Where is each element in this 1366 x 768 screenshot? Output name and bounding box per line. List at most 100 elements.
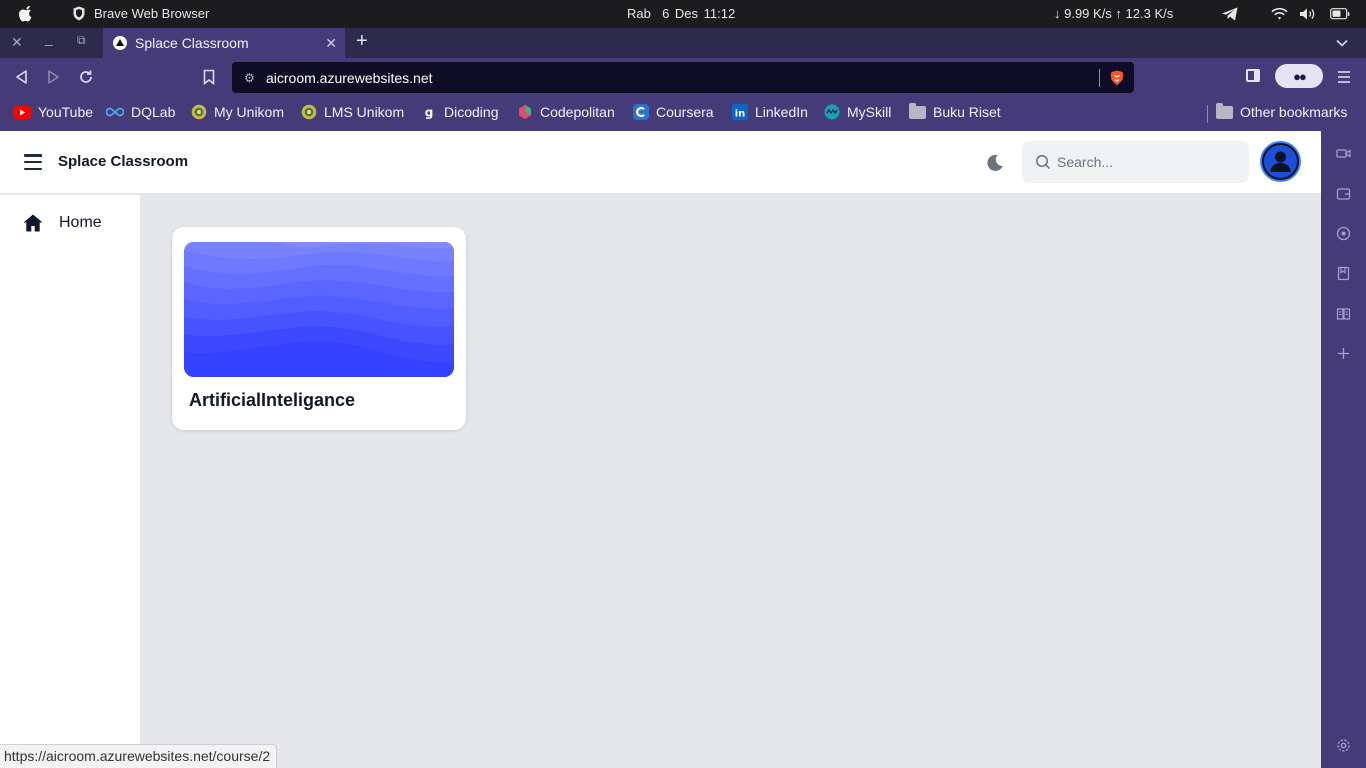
leo-ai-icon[interactable] bbox=[1336, 226, 1351, 241]
course-card[interactable]: ArtificialInteligance bbox=[172, 227, 466, 430]
battery-icon[interactable] bbox=[1330, 8, 1350, 20]
brave-shields-icon[interactable] bbox=[1110, 70, 1124, 86]
course-banner-image bbox=[184, 242, 454, 377]
reload-icon[interactable] bbox=[78, 69, 94, 85]
tab-favicon-icon bbox=[113, 36, 127, 50]
web-page: Splace Classroom Home bbox=[0, 131, 1321, 768]
address-bar-divider bbox=[1099, 68, 1100, 87]
bookmark-label: Buku Riset bbox=[933, 104, 1001, 120]
address-bar-url: aicroom.azurewebsites.net bbox=[266, 69, 433, 86]
tab-search-chevron-icon[interactable] bbox=[1335, 38, 1349, 48]
sidebar-item-label: Home bbox=[59, 214, 102, 231]
bookmark-my-unikom[interactable]: My Unikom bbox=[191, 104, 284, 120]
svg-text:g: g bbox=[425, 106, 434, 120]
add-panel-plus-icon[interactable] bbox=[1336, 346, 1351, 361]
linkedin-icon: in bbox=[732, 104, 748, 120]
tab-title: Splace Classroom bbox=[135, 35, 249, 51]
bookmark-codepolitan[interactable]: Codepolitan bbox=[517, 104, 615, 120]
apple-logo-icon[interactable] bbox=[18, 5, 34, 23]
bookmark-coursera[interactable]: Coursera bbox=[633, 104, 714, 120]
window-restore-icon[interactable]: ⧉ bbox=[77, 33, 86, 48]
svg-text:in: in bbox=[735, 108, 746, 119]
search-icon bbox=[1036, 155, 1051, 170]
bookmarks-bar: YouTube DQLab My Unikom LMS Unikom g Dic… bbox=[0, 96, 1366, 131]
new-tab-plus-icon[interactable]: + bbox=[356, 30, 368, 53]
user-avatar[interactable] bbox=[1260, 141, 1301, 182]
reading-list-icon[interactable] bbox=[1336, 306, 1351, 321]
brand-title[interactable]: Splace Classroom bbox=[58, 153, 188, 170]
date-text: Rab 6 Des bbox=[627, 6, 699, 21]
window-close-icon[interactable]: ✕ bbox=[11, 34, 23, 51]
menu-bar-clock[interactable]: Rab 6 Des 11:12 bbox=[627, 6, 735, 21]
bookmark-label: YouTube bbox=[38, 104, 94, 120]
search-box[interactable] bbox=[1022, 141, 1249, 183]
bookmark-buku-riset[interactable]: Buku Riset bbox=[909, 102, 1001, 120]
brave-app-icon bbox=[73, 6, 85, 21]
unikom-icon bbox=[191, 104, 207, 120]
bookmark-label: MySkill bbox=[847, 104, 892, 120]
bookmark-label: Coursera bbox=[656, 104, 714, 120]
bookmark-label: My Unikom bbox=[214, 104, 285, 120]
codepolitan-icon bbox=[519, 105, 531, 119]
bookmark-youtube[interactable]: YouTube bbox=[13, 104, 93, 120]
video-call-icon[interactable] bbox=[1336, 146, 1351, 161]
wallet-icon[interactable] bbox=[1336, 186, 1351, 201]
time-text: 11:12 bbox=[703, 6, 736, 21]
folder-icon bbox=[1216, 102, 1233, 119]
forward-arrow-icon[interactable] bbox=[47, 69, 61, 85]
youtube-icon bbox=[13, 105, 31, 119]
main-menu-icon[interactable] bbox=[1337, 70, 1351, 84]
back-arrow-icon[interactable] bbox=[14, 69, 28, 85]
sidebar-toggle-icon[interactable] bbox=[1246, 69, 1260, 82]
link-hover-status: https://aicroom.azurewebsites.net/course… bbox=[0, 744, 278, 768]
site-settings-icon[interactable]: ⚙ bbox=[244, 71, 266, 85]
bookmark-label: Dicoding bbox=[444, 104, 499, 120]
sidebar-settings-gear-icon[interactable] bbox=[1336, 738, 1351, 753]
bookmark-page-icon[interactable] bbox=[203, 69, 215, 85]
bookmark-myskill[interactable]: MySkill bbox=[824, 104, 891, 120]
bookmarks-panel-icon[interactable] bbox=[1336, 266, 1351, 281]
bookmark-lms-unikom[interactable]: LMS Unikom bbox=[301, 104, 404, 120]
system-menu-bar: Brave Web Browser Rab 6 Des 11:12 ↓ 9.99… bbox=[0, 0, 1366, 28]
tab-strip: ✕ _ ⧉ Splace Classroom ✕ + bbox=[0, 28, 1366, 58]
telegram-icon[interactable] bbox=[1221, 6, 1239, 22]
bookmark-label: DQLab bbox=[131, 104, 176, 120]
brave-sidebar-panel bbox=[1321, 131, 1366, 768]
dicoding-icon: g bbox=[421, 104, 437, 120]
search-input[interactable] bbox=[1057, 154, 1227, 170]
bookmark-label: LMS Unikom bbox=[324, 104, 405, 120]
bookmark-linkedin[interactable]: in LinkedIn bbox=[732, 104, 808, 120]
bookmark-label: Other bookmarks bbox=[1240, 104, 1348, 120]
network-speed[interactable]: ↓ 9.99 K/s ↑ 12.3 K/s bbox=[1054, 6, 1173, 21]
browser-toolbar: ⚙ aicroom.azurewebsites.net ●● bbox=[0, 58, 1366, 96]
other-bookmarks[interactable]: Other bookmarks bbox=[1216, 102, 1348, 120]
volume-icon[interactable] bbox=[1299, 7, 1317, 21]
bookmark-label: Codepolitan bbox=[540, 104, 615, 120]
sidebar-item-home[interactable]: Home bbox=[22, 213, 102, 233]
address-bar[interactable]: ⚙ aicroom.azurewebsites.net bbox=[232, 62, 1134, 93]
bookmarks-divider bbox=[1207, 105, 1208, 123]
bookmark-dqlab[interactable]: DQLab bbox=[106, 104, 175, 120]
tab-close-icon[interactable]: ✕ bbox=[325, 35, 337, 52]
wifi-icon[interactable] bbox=[1271, 7, 1288, 21]
app-header: Splace Classroom bbox=[0, 131, 1321, 194]
folder-icon bbox=[909, 102, 926, 119]
coursera-icon bbox=[633, 104, 649, 120]
dqlab-icon bbox=[106, 107, 124, 117]
window-minimize-icon[interactable]: _ bbox=[45, 30, 53, 46]
bookmark-dicoding[interactable]: g Dicoding bbox=[421, 104, 498, 120]
unikom-icon bbox=[301, 104, 317, 120]
active-app[interactable]: Brave Web Browser bbox=[72, 6, 209, 21]
sidebar: Home bbox=[0, 195, 140, 768]
hamburger-menu-icon[interactable] bbox=[24, 154, 42, 170]
dark-mode-moon-icon[interactable] bbox=[985, 153, 1005, 173]
myskill-icon bbox=[824, 104, 840, 120]
active-app-name: Brave Web Browser bbox=[94, 6, 210, 21]
reader-mode-button[interactable]: ●● bbox=[1275, 64, 1323, 88]
tab-splace-classroom[interactable]: Splace Classroom ✕ bbox=[103, 28, 345, 58]
user-avatar-icon bbox=[1262, 143, 1299, 180]
glasses-icon: ●● bbox=[1293, 68, 1307, 84]
course-title: ArtificialInteligance bbox=[189, 390, 356, 410]
bookmark-label: LinkedIn bbox=[755, 104, 808, 120]
home-icon bbox=[23, 214, 43, 232]
